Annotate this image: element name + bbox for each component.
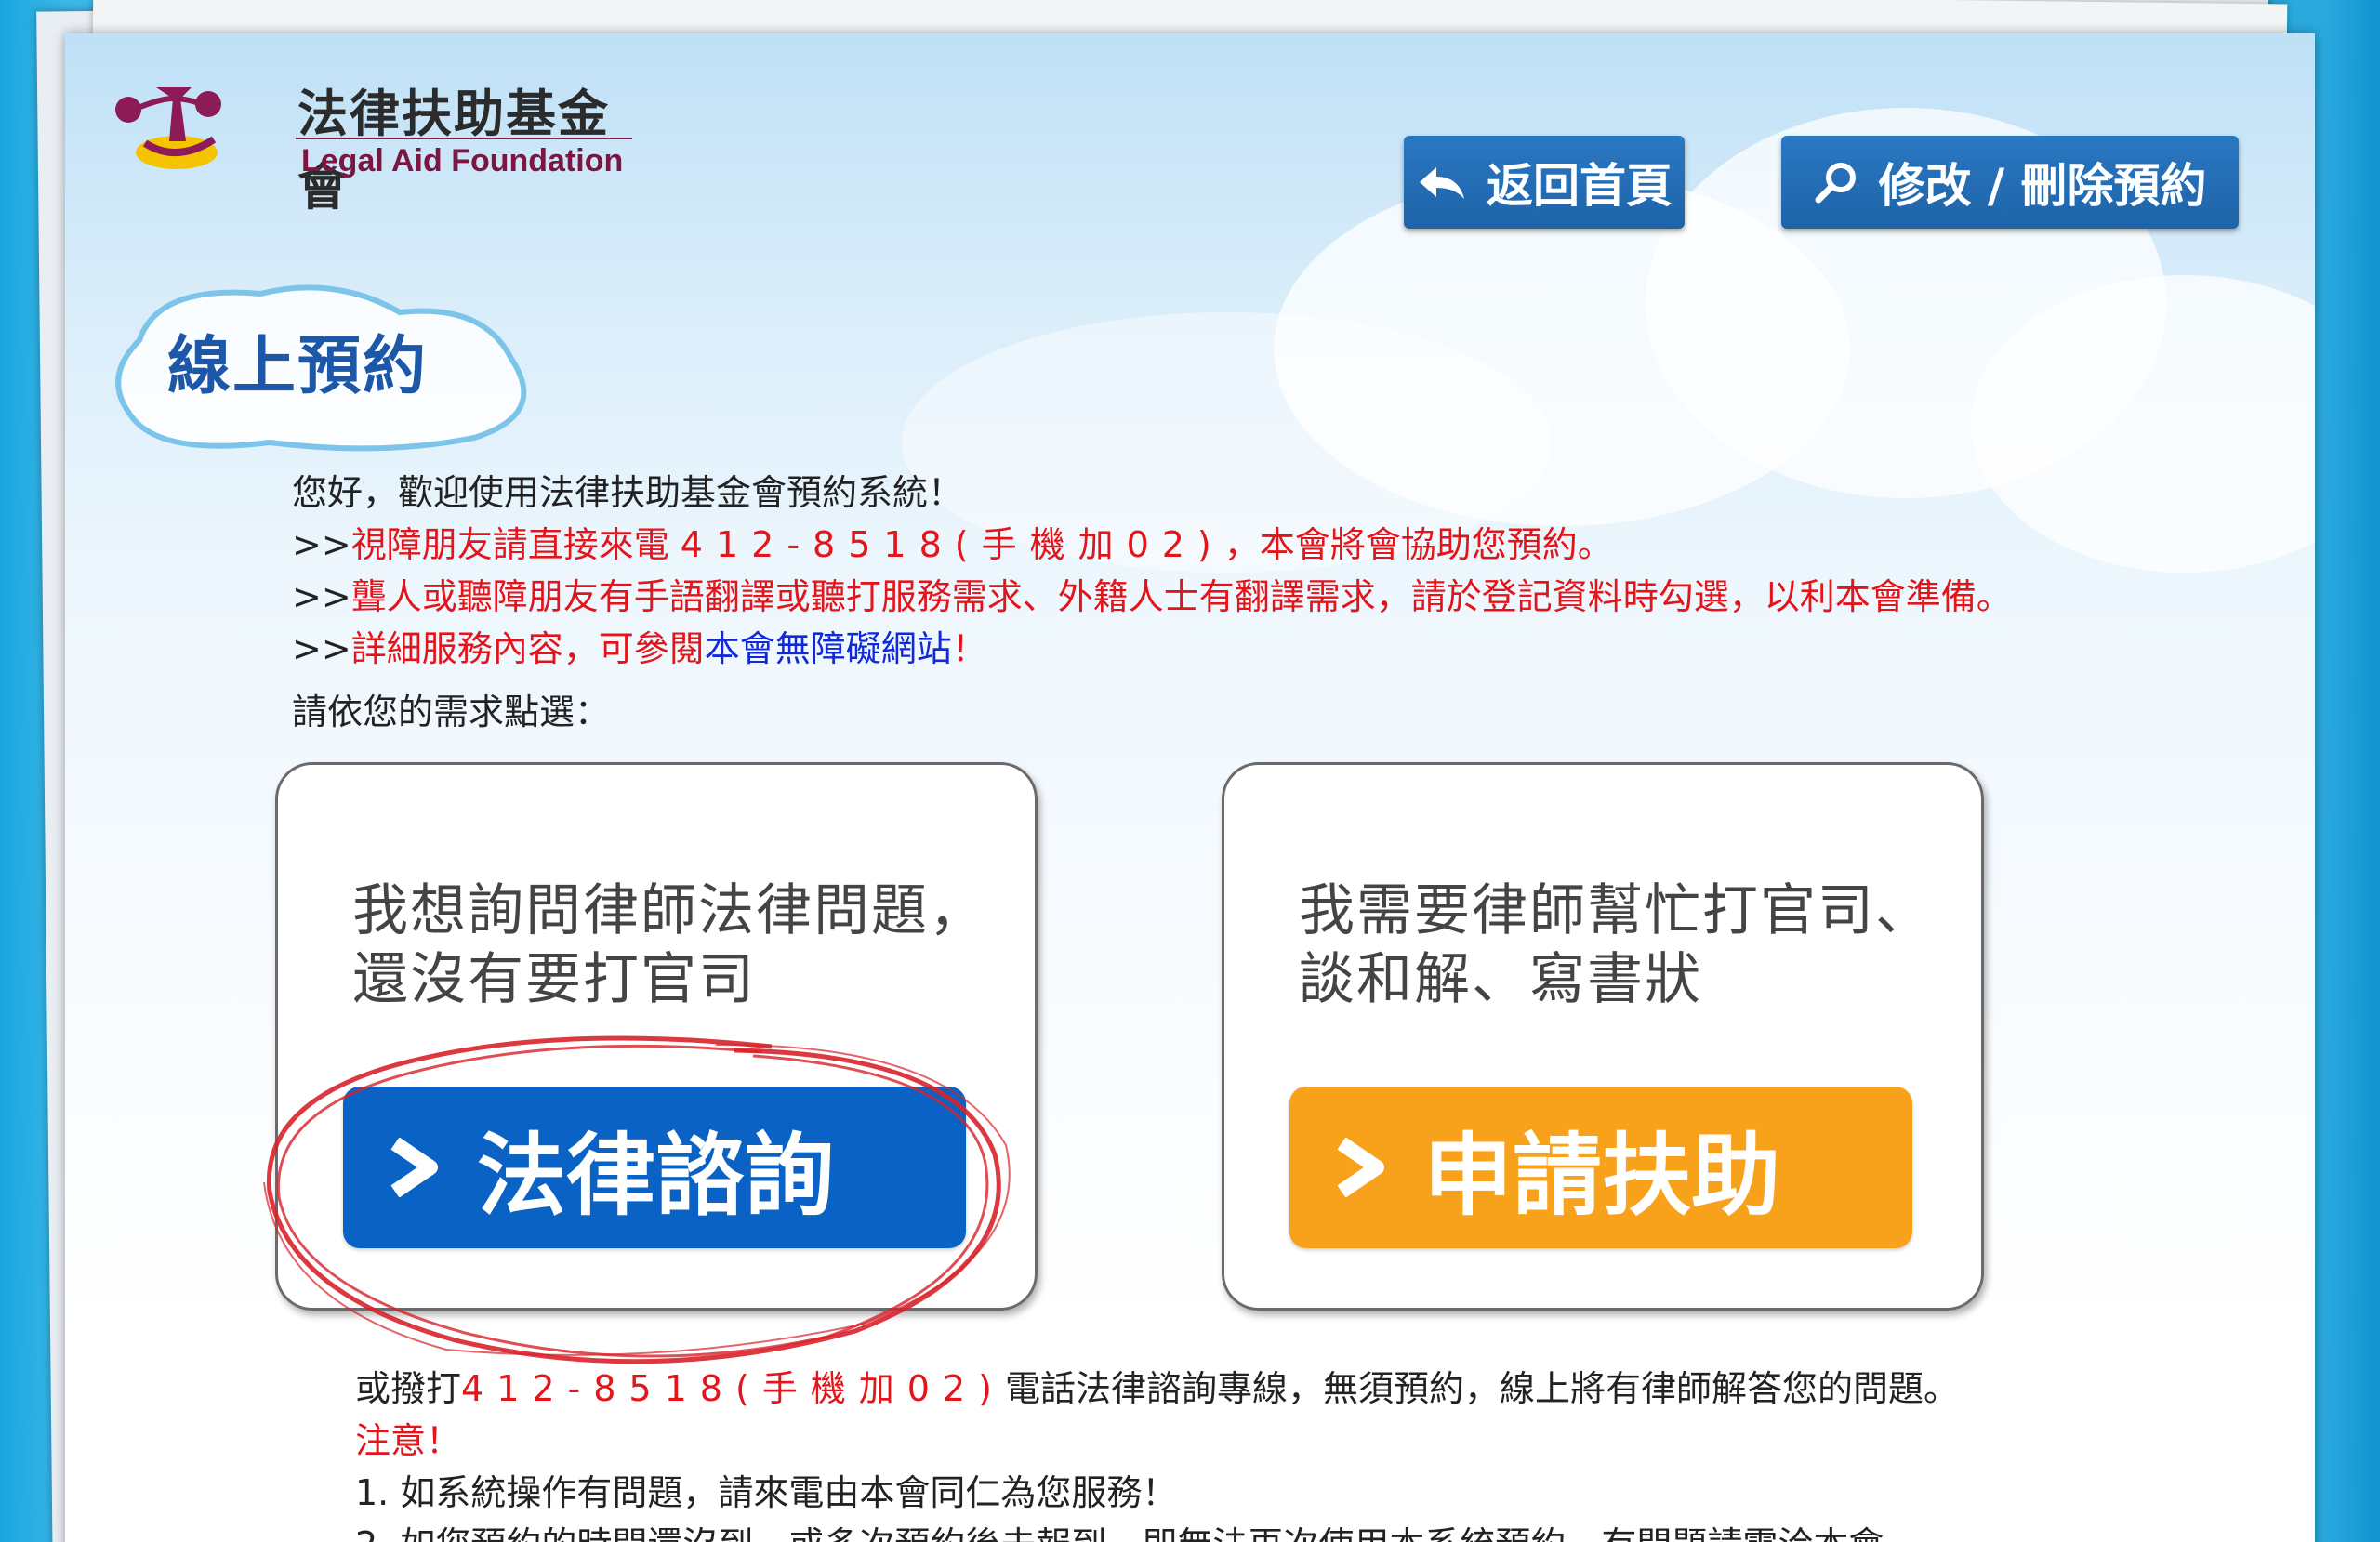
home-button[interactable]: 返回首頁 <box>1404 136 1685 229</box>
return-arrow-icon <box>1420 167 1464 199</box>
page-container: 法律扶助基金會 Legal Aid Foundation 返回首頁 修改 / 刪… <box>65 33 2315 1542</box>
notice-title: 注意！ <box>355 1420 462 1461</box>
modify-delete-booking-label: 修改 / 刪除預約 <box>1878 159 2207 213</box>
legal-consultation-card: 我想詢問律師法律問題， 還沒有要打官司 法律諮詢 <box>275 762 1038 1311</box>
notice-visually-impaired: >>視障朋友請直接來電 412-8518(手機加02)，本會將會協助您預約。 <box>292 524 1613 565</box>
intro-section: 您好，歡迎使用法律扶助基金會預約系統！ >>視障朋友請直接來電 412-8518… <box>292 467 2012 738</box>
legal-aid-logo-icon <box>115 87 221 169</box>
notice-item-1: 1. 如系統操作有問題，請來電由本會同仁為您服務！ <box>355 1472 1178 1513</box>
chevron-right-icon <box>390 1138 438 1197</box>
legal-consultation-label: 法律諮詢 <box>477 1123 834 1228</box>
greeting-text: 您好，歡迎使用法律扶助基金會預約系統！ <box>292 472 964 513</box>
logo-name-en: Legal Aid Foundation <box>301 143 624 178</box>
logo-divider <box>296 138 632 139</box>
logo[interactable]: 法律扶助基金會 Legal Aid Foundation <box>112 71 632 217</box>
legal-consultation-description: 我想詢問律師法律問題， 還沒有要打官司 <box>352 878 986 1012</box>
bottom-section: 或撥打412-8518(手機加02)電話法律諮詢專線，無須預約，線上將有律師解答… <box>355 1363 1959 1542</box>
notice-hearing-impaired: >>聾人或聽障朋友有手語翻譯或聽打服務需求、外籍人士有翻譯需求，請於登記資料時勾… <box>292 576 2012 617</box>
apply-aid-card: 我需要律師幫忙打官司、 談和解、寫書狀 申請扶助 <box>1222 762 1984 1311</box>
choose-prompt: 請依您的需求點選： <box>292 692 611 732</box>
notice-details: >>詳細服務內容，可參閱本會無障礙網站！ <box>292 628 987 669</box>
home-button-label: 返回首頁 <box>1487 159 1673 213</box>
notice-item-2: 2. 如您預約的時間還沒到，或多次預約後未報到，即無法再次使用本系統預約，有問題… <box>355 1519 1959 1542</box>
legal-consultation-button[interactable]: 法律諮詢 <box>343 1087 966 1248</box>
hotline-text: 或撥打412-8518(手機加02)電話法律諮詢專線，無須預約，線上將有律師解答… <box>355 1368 1959 1409</box>
apply-aid-label: 申請扶助 <box>1423 1123 1780 1228</box>
chevron-right-icon <box>1337 1138 1384 1197</box>
search-icon <box>1815 163 1857 204</box>
apply-aid-button[interactable]: 申請扶助 <box>1289 1087 1912 1248</box>
page-title: 線上預約 <box>167 330 429 403</box>
accessibility-site-link[interactable]: 本會無障礙網站 <box>705 628 952 669</box>
modify-delete-booking-button[interactable]: 修改 / 刪除預約 <box>1781 136 2239 229</box>
apply-aid-description: 我需要律師幫忙打官司、 談和解、寫書狀 <box>1299 878 1933 1012</box>
